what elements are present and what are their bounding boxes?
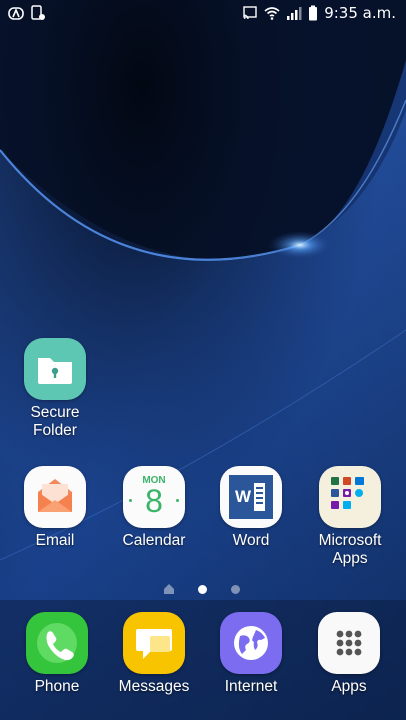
cast-icon <box>243 6 257 20</box>
calendar-icon: MON 8 <box>123 466 185 528</box>
word-letter: W <box>232 480 254 514</box>
dock-internet[interactable]: Internet <box>203 612 299 696</box>
app-calendar[interactable]: MON 8 Calendar <box>106 466 202 550</box>
status-right: 9:35 a.m. <box>242 5 396 21</box>
dock-phone[interactable]: Phone <box>9 612 105 696</box>
app-label: Phone <box>34 678 80 695</box>
page-dot-active[interactable] <box>198 585 207 594</box>
app-secure-folder[interactable]: Secure Folder <box>7 338 103 440</box>
app-word[interactable]: W Word <box>203 466 299 550</box>
status-left <box>8 5 46 21</box>
app-microsoft-apps[interactable]: Microsoft Apps <box>302 466 398 568</box>
page-dot[interactable] <box>231 585 240 594</box>
internet-globe-icon <box>220 612 282 674</box>
screen-record-icon <box>31 5 45 20</box>
signal-icon <box>287 7 302 20</box>
status-bar: 9:35 a.m. <box>0 0 406 28</box>
status-time: 9:35 a.m. <box>324 4 396 22</box>
wifi-icon <box>264 7 280 20</box>
app-label: Microsoft Apps <box>318 532 382 567</box>
app-email[interactable]: Email <box>7 466 103 550</box>
android-auto-icon <box>8 7 24 20</box>
secure-folder-icon <box>24 338 86 400</box>
app-label: Messages <box>118 678 190 695</box>
microsoft-apps-folder-icon <box>319 466 381 528</box>
phone-icon <box>26 612 88 674</box>
app-label: Calendar <box>122 532 186 549</box>
apps-grid-icon <box>318 612 380 674</box>
app-label: Secure Folder <box>30 404 80 439</box>
home-page-icon[interactable] <box>163 583 175 595</box>
dock-messages[interactable]: Messages <box>106 612 202 696</box>
battery-icon <box>309 5 318 21</box>
app-label: Internet <box>224 678 278 695</box>
dock-apps[interactable]: Apps <box>301 612 397 696</box>
app-label: Email <box>35 532 75 549</box>
page-indicator <box>0 582 406 596</box>
app-label: Apps <box>331 678 367 695</box>
word-icon: W <box>220 466 282 528</box>
app-label: Word <box>232 532 270 549</box>
messages-icon <box>123 612 185 674</box>
email-envelope-icon <box>24 466 86 528</box>
